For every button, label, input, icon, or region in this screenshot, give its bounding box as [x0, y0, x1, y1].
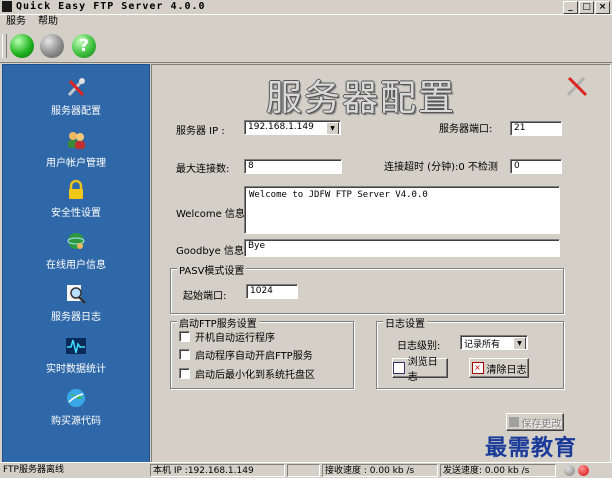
menu-service[interactable]: 服务 — [0, 15, 32, 29]
status-blank-cell — [287, 464, 320, 477]
wrench-screwdriver-icon — [67, 78, 85, 97]
timeout-label: 连接超时 (分钟):0 不检测 — [384, 162, 498, 173]
sidebar-item-server-config[interactable]: 服务器配置 — [3, 77, 149, 117]
checkbox-box[interactable] — [179, 349, 190, 360]
globe-user-icon — [67, 233, 85, 249]
local-ip: 本机 IP :192.168.1.149 — [150, 464, 285, 477]
main-window: Quick Easy FTP Server 4.0.0 _ □ × 服务 帮助 … — [0, 0, 612, 478]
startup-group-title: 启动FTP服务设置 — [177, 315, 259, 330]
start-port-input[interactable]: 1024 — [246, 284, 298, 299]
menu-help[interactable]: 帮助 — [32, 15, 64, 29]
save-button[interactable]: 保存更改 — [506, 413, 564, 431]
start-port-label: 起始端口: — [183, 291, 227, 302]
log-level-select[interactable]: 记录所有 ▼ — [460, 335, 528, 350]
tools-icon — [566, 76, 588, 97]
magnifier-icon — [67, 285, 86, 304]
clear-log-button[interactable]: × 清除日志 — [469, 358, 529, 378]
sidebar-label: 购买源代码 — [51, 416, 101, 427]
page-title: 服务器配置 — [266, 78, 457, 119]
help-icon[interactable]: ? — [72, 34, 96, 58]
server-state: FTP服务器离线 — [3, 465, 64, 475]
lock-icon — [69, 179, 83, 199]
sidebar-label: 在线用户信息 — [46, 260, 106, 271]
maximize-button[interactable]: □ — [579, 1, 594, 14]
app-icon — [2, 1, 12, 12]
log-group-title: 日志设置 — [383, 315, 427, 330]
sidebar-label: 用户帐户管理 — [46, 158, 106, 169]
status-led-red-icon — [578, 465, 589, 476]
toolbar: ? — [0, 30, 612, 63]
minimize-tray-checkbox[interactable]: 启动后最小化到系统托盘区 — [179, 366, 315, 381]
sidebar-item-realtime-stats[interactable]: 实时数据统计 — [3, 335, 149, 375]
config-panel: 服务器配置 服务器 IP : 192.168.1.149 ▼ 服务器端口: 21… — [151, 64, 611, 463]
sidebar-item-buy-source[interactable]: 购买源代码 — [3, 387, 149, 427]
sidebar-label: 服务器配置 — [51, 106, 101, 117]
start-server-icon[interactable] — [10, 34, 34, 58]
browse-log-label: 浏览日志 — [407, 357, 438, 383]
menu-bar: 服务 帮助 — [0, 15, 612, 29]
save-button-label: 保存更改 — [521, 418, 562, 430]
recv-speed: 接收速度 : 0.00 kb /s — [322, 464, 438, 477]
pasv-group-title: PASV模式设置 — [177, 262, 247, 277]
sidebar-label: 服务器日志 — [51, 312, 101, 323]
pasv-group: PASV模式设置 — [170, 262, 564, 314]
close-button[interactable]: × — [595, 1, 610, 14]
chevron-down-icon[interactable]: ▼ — [513, 337, 526, 349]
server-ip-label: 服务器 IP : — [176, 126, 225, 137]
send-speed: 发送速度: 0.00 kb /s — [440, 464, 556, 477]
log-level-label: 日志级别: — [397, 341, 441, 352]
checkbox-label: 启动程序自动开启FTP服务 — [195, 351, 313, 362]
window-title: Quick Easy FTP Server 4.0.0 — [16, 1, 206, 12]
title-bar[interactable]: Quick Easy FTP Server 4.0.0 _ □ × — [0, 0, 612, 15]
stop-server-icon[interactable] — [40, 34, 64, 58]
checkbox-label: 开机自动运行程序 — [195, 333, 275, 344]
window-controls: _ □ × — [563, 1, 610, 14]
checkbox-box[interactable] — [179, 368, 190, 379]
max-connections-label: 最大连接数: — [176, 164, 230, 175]
timeout-input[interactable]: 0 — [510, 159, 562, 174]
auto-start-ftp-checkbox[interactable]: 启动程序自动开启FTP服务 — [179, 347, 313, 362]
sidebar-label: 安全性设置 — [51, 208, 101, 219]
checkbox-box[interactable] — [179, 331, 190, 342]
pulse-chart-icon — [66, 338, 86, 354]
checkbox-label: 启动后最小化到系统托盘区 — [195, 370, 315, 381]
users-icon — [68, 132, 85, 149]
sidebar: 服务器配置 用户帐户管理 安全性设置 在线用户信息 服务器日志 实时数据统计 购… — [2, 64, 150, 463]
log-level-value: 记录所有 — [464, 340, 501, 350]
clear-log-label: 清除日志 — [486, 364, 527, 376]
minimize-button[interactable]: _ — [563, 1, 578, 14]
status-bar: FTP服务器离线 本机 IP :192.168.1.149 接收速度 : 0.0… — [0, 462, 612, 478]
browse-log-button[interactable]: 浏览日志 — [392, 357, 448, 383]
welcome-label: Welcome 信息: — [176, 209, 249, 220]
floppy-icon — [508, 417, 519, 427]
welcome-textarea[interactable]: Welcome to JDFW FTP Server V4.0.0 — [244, 186, 560, 234]
max-connections-input[interactable]: 8 — [244, 159, 342, 174]
goodbye-label: Goodbye 信息: — [176, 246, 248, 257]
server-port-input[interactable]: 21 — [510, 121, 562, 136]
server-ip-value: 192.168.1.149 — [248, 122, 314, 132]
sidebar-item-online-users[interactable]: 在线用户信息 — [3, 231, 149, 271]
server-ip-select[interactable]: 192.168.1.149 ▼ — [244, 120, 341, 135]
globe-icon — [67, 389, 85, 407]
sidebar-item-user-accounts[interactable]: 用户帐户管理 — [3, 129, 149, 169]
goodbye-input[interactable]: Bye — [244, 239, 560, 257]
log-group: 日志设置 — [376, 315, 564, 389]
sidebar-item-server-log[interactable]: 服务器日志 — [3, 283, 149, 323]
auto-run-checkbox[interactable]: 开机自动运行程序 — [179, 329, 275, 344]
toolbar-grip[interactable] — [2, 34, 7, 58]
delete-icon: × — [471, 362, 484, 374]
watermark-logo: 最需教育 — [485, 435, 578, 461]
sidebar-item-security[interactable]: 安全性设置 — [3, 179, 149, 219]
sidebar-label: 实时数据统计 — [46, 364, 106, 375]
document-icon — [393, 362, 405, 374]
status-led-icon — [564, 465, 575, 476]
chevron-down-icon[interactable]: ▼ — [326, 122, 339, 134]
server-port-label: 服务器端口: — [439, 124, 493, 135]
